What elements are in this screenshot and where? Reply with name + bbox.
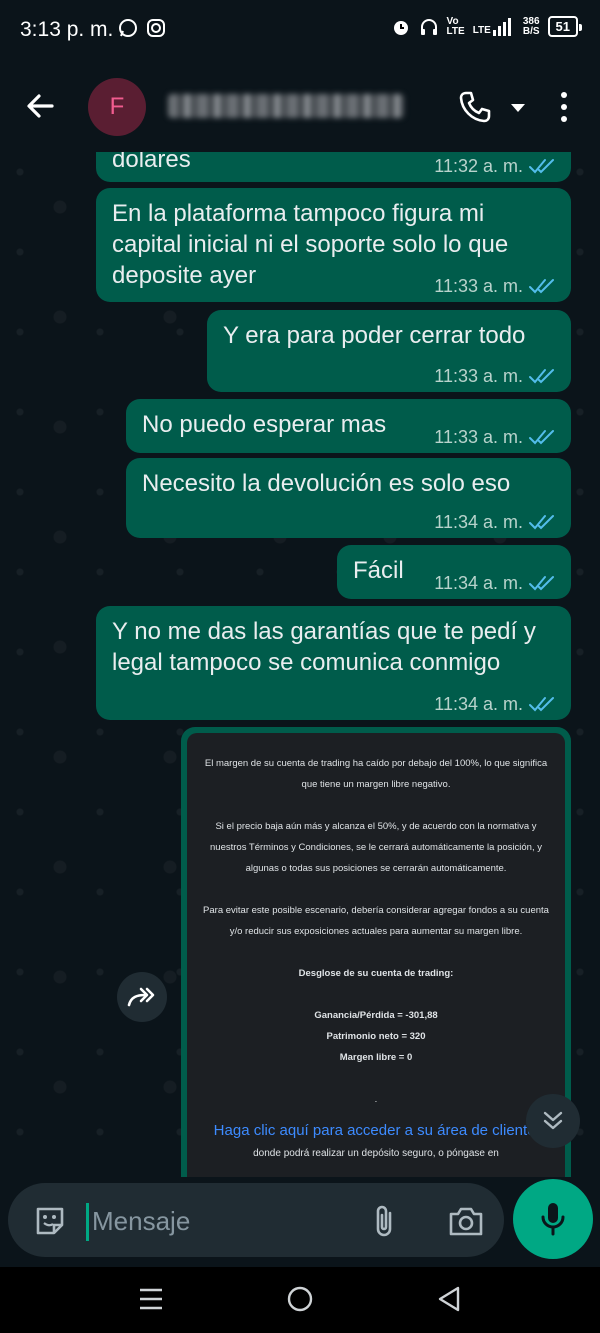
contact-name[interactable]: ████████████ bbox=[168, 94, 404, 118]
contact-avatar[interactable]: F bbox=[88, 78, 146, 136]
back-arrow-icon[interactable] bbox=[22, 88, 58, 124]
message-text: Fácil bbox=[353, 557, 404, 584]
image-paragraph: Si el precio baja aún más y alcanza el 5… bbox=[210, 821, 542, 874]
double-check-icon bbox=[529, 697, 554, 712]
voice-record-button[interactable] bbox=[513, 1179, 593, 1259]
message-bubble[interactable]: Fácil 11:34 a. m. bbox=[337, 545, 571, 599]
message-time: 11:34 a. m. bbox=[434, 694, 523, 714]
double-check-icon bbox=[529, 430, 554, 445]
status-time: 3:13 p. m. bbox=[20, 18, 114, 41]
image-paragraph: El margen de su cuenta de trading ha caí… bbox=[204, 758, 548, 790]
forward-button[interactable] bbox=[117, 972, 167, 1022]
message-meta: 11:34 a. m. bbox=[434, 573, 557, 593]
camera-icon[interactable] bbox=[448, 1205, 484, 1237]
message-bubble[interactable]: Y no me das las garantías que te pedí y … bbox=[96, 606, 571, 720]
message-meta: 11:33 a. m. bbox=[434, 276, 557, 296]
paperclip-icon[interactable] bbox=[370, 1203, 400, 1239]
status-bar: 3:13 p. m. Vo LTE LTE 386 B/S 51 bbox=[0, 0, 600, 62]
message-time: 11:33 a. m. bbox=[434, 427, 523, 447]
image-breakdown-title: Desglose de su cuenta de trading: bbox=[298, 968, 454, 979]
microphone-icon bbox=[541, 1203, 565, 1236]
message-input[interactable] bbox=[92, 1199, 342, 1243]
client-area-link: Haga clic aquí para acceder a su área de… bbox=[213, 1122, 536, 1139]
chat-header: F ████████████ bbox=[0, 62, 600, 152]
home-icon[interactable] bbox=[286, 1285, 314, 1313]
message-meta: 11:34 a. m. bbox=[434, 694, 557, 714]
double-check-icon bbox=[529, 515, 554, 530]
message-bubble[interactable]: dolares 11:32 a. m. bbox=[96, 152, 571, 182]
message-time: 11:33 a. m. bbox=[434, 276, 523, 296]
scroll-down-button[interactable] bbox=[526, 1094, 580, 1148]
message-time: 11:33 a. m. bbox=[434, 366, 523, 386]
message-composer bbox=[8, 1183, 504, 1257]
message-time: 11:32 a. m. bbox=[434, 156, 523, 176]
chevron-down-icon[interactable] bbox=[508, 98, 528, 118]
image-paragraph: Para evitar este posible escenario, debe… bbox=[203, 905, 549, 937]
message-time: 11:34 a. m. bbox=[434, 512, 523, 532]
message-text: Y era para poder cerrar todo bbox=[223, 322, 526, 349]
volte-indicator: Vo LTE bbox=[446, 15, 465, 37]
sticker-emoji-icon[interactable] bbox=[32, 1203, 68, 1239]
network-speed: 386 B/S bbox=[522, 15, 540, 37]
status-right-icons: Vo LTE LTE 386 B/S 51 bbox=[391, 15, 583, 37]
whatsapp-notification-icon bbox=[119, 19, 137, 37]
message-bubble[interactable]: Necesito la devolución es solo eso 11:34… bbox=[126, 458, 571, 538]
signal-icon bbox=[492, 17, 511, 36]
double-check-icon bbox=[529, 576, 554, 591]
image-link-paragraph: Haga clic aquí para acceder a su área de… bbox=[203, 1120, 549, 1164]
message-meta: 11:34 a. m. bbox=[434, 512, 557, 532]
system-nav-bar bbox=[0, 1267, 600, 1333]
double-check-icon bbox=[529, 369, 554, 384]
double-chevron-down-icon bbox=[543, 1111, 563, 1130]
message-bubble[interactable]: Y era para poder cerrar todo 11:33 a. m. bbox=[207, 310, 571, 392]
free-margin: Margen libre = 0 bbox=[339, 1052, 413, 1063]
screenshot-image: El margen de su cuenta de trading ha caí… bbox=[187, 733, 565, 1177]
input-bar bbox=[0, 1177, 600, 1267]
image-dot: . bbox=[374, 1094, 378, 1105]
double-check-icon bbox=[529, 159, 554, 174]
net-worth: Patrimonio neto = 320 bbox=[326, 1031, 426, 1042]
headphones-icon bbox=[420, 18, 437, 35]
phone-call-icon[interactable] bbox=[458, 90, 492, 124]
message-bubble[interactable]: En la plataforma tampoco figura mi capit… bbox=[96, 188, 571, 302]
message-text: Necesito la devolución es solo eso bbox=[142, 470, 511, 497]
message-text: No puedo esperar mas bbox=[142, 411, 387, 438]
text-cursor bbox=[86, 1203, 89, 1241]
notification-icons bbox=[118, 18, 166, 38]
double-check-icon bbox=[529, 279, 554, 294]
lte-signal: LTE bbox=[473, 17, 515, 36]
more-options-icon[interactable] bbox=[552, 90, 576, 124]
profit-loss: Ganancia/Pérdida = -301,88 bbox=[314, 1010, 438, 1021]
alarm-icon bbox=[393, 20, 408, 35]
forward-icon bbox=[127, 987, 155, 1007]
chat-area[interactable]: dolares 11:32 a. m. En la plataforma tam… bbox=[0, 152, 600, 1177]
battery-icon: 51 bbox=[547, 16, 583, 37]
image-message[interactable]: El margen de su cuenta de trading ha caí… bbox=[181, 727, 571, 1177]
message-meta: 11:33 a. m. bbox=[434, 366, 557, 386]
nav-back-icon[interactable] bbox=[436, 1285, 462, 1313]
message-text: Y no me das las garantías que te pedí y … bbox=[112, 618, 536, 676]
message-meta: 11:32 a. m. bbox=[434, 156, 557, 176]
message-bubble[interactable]: No puedo esperar mas 11:33 a. m. bbox=[126, 399, 571, 453]
message-meta: 11:33 a. m. bbox=[434, 427, 557, 447]
instagram-notification-icon bbox=[147, 19, 165, 37]
message-time: 11:34 a. m. bbox=[434, 573, 523, 593]
image-account-summary: Ganancia/Pérdida = -301,88 Patrimonio ne… bbox=[203, 1005, 549, 1068]
recent-apps-icon[interactable] bbox=[138, 1287, 164, 1311]
